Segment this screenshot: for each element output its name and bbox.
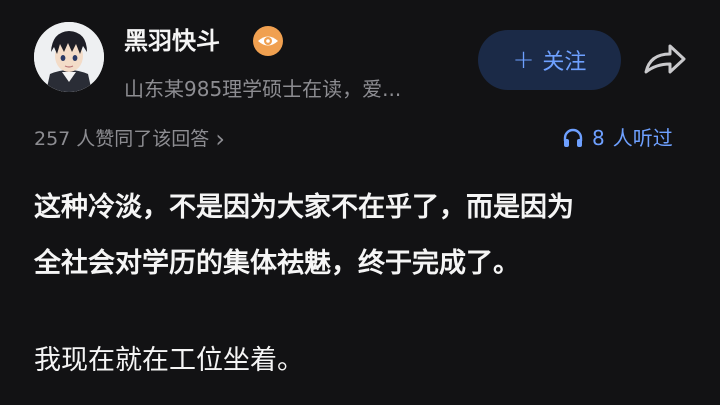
avatar-illustration bbox=[34, 22, 104, 92]
orange-eye-badge-icon bbox=[251, 24, 285, 58]
plus-icon: + bbox=[512, 45, 535, 75]
likes-summary-link[interactable]: 257 人赞同了该回答 › bbox=[34, 125, 225, 153]
listen-label: 人听过 bbox=[612, 126, 673, 150]
headphones-icon bbox=[563, 128, 583, 147]
follow-label: 关注 bbox=[542, 50, 587, 75]
author-avatar[interactable] bbox=[34, 22, 104, 92]
answer-paragraph-2: 我现在就在工位坐着。 bbox=[34, 345, 304, 376]
listen-number: 8 bbox=[592, 126, 605, 150]
follow-button[interactable]: + 关注 bbox=[478, 30, 621, 90]
likes-text: 257 人赞同了该回答 bbox=[34, 128, 210, 150]
answer-body: 这种冷淡，不是因为大家不在乎了，而是因为 全社会对学历的集体祛魅，终于完成了。 bbox=[34, 180, 704, 292]
share-arrow-icon[interactable] bbox=[640, 40, 690, 80]
answer-line-2: 全社会对学历的集体祛魅，终于完成了。 bbox=[34, 248, 520, 279]
chevron-right-icon: › bbox=[215, 125, 225, 153]
answer-screen: 黑羽快斗 山东某985理学硕士在读，爱... + 关注 257 人赞同了该回答 … bbox=[0, 0, 720, 405]
listen-count[interactable]: 8 人听过 bbox=[562, 124, 673, 152]
author-name[interactable]: 黑羽快斗 bbox=[124, 26, 220, 56]
answer-line-1: 这种冷淡，不是因为大家不在乎了，而是因为 bbox=[34, 192, 574, 223]
author-bio: 山东某985理学硕士在读，爱... bbox=[124, 77, 402, 101]
